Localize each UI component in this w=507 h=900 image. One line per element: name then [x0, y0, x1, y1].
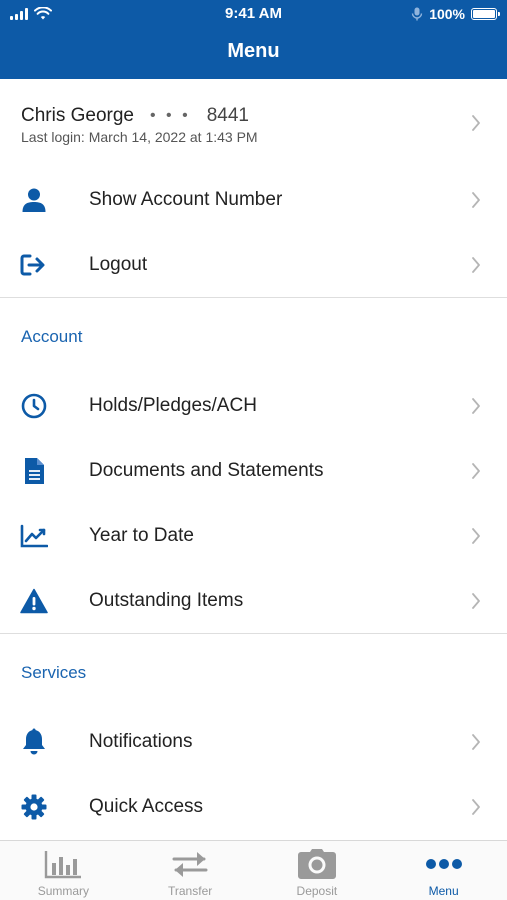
chevron-right-icon	[469, 190, 483, 210]
chevron-right-icon	[469, 255, 483, 275]
chart-icon	[20, 522, 48, 550]
menu-item-label: Outstanding Items	[89, 589, 244, 611]
menu-item-label: Holds/Pledges/ACH	[89, 394, 257, 416]
menu-item-year-to-date[interactable]: Year to Date	[0, 503, 507, 568]
battery-icon	[471, 8, 500, 20]
battery-percent: 100%	[429, 6, 465, 22]
app-header: 9:41 AM 100% Menu	[0, 0, 507, 79]
tab-summary[interactable]: Summary	[0, 841, 127, 900]
tab-menu[interactable]: Menu	[380, 841, 507, 900]
menu-content[interactable]: Chris George • • • 8441 Last login: Marc…	[0, 79, 507, 839]
menu-item-label: Documents and Statements	[89, 459, 324, 481]
mic-icon	[411, 7, 423, 21]
chevron-right-icon	[469, 526, 483, 546]
menu-item-notifications[interactable]: Notifications	[0, 709, 507, 774]
tab-label: Summary	[37, 884, 90, 898]
menu-item-logout[interactable]: Logout	[0, 232, 507, 297]
menu-item-documents-statements[interactable]: Documents and Statements	[0, 438, 507, 503]
chevron-right-icon	[469, 797, 483, 817]
section-title-services: Services	[21, 663, 87, 682]
menu-item-label: Notifications	[89, 730, 193, 752]
status-bar: 9:41 AM 100%	[0, 0, 507, 28]
chevron-right-icon	[469, 461, 483, 481]
chevron-right-icon	[469, 396, 483, 416]
menu-item-label: Logout	[89, 253, 148, 275]
account-suffix: 8441	[206, 105, 249, 126]
document-icon	[20, 457, 48, 485]
masked-dots: • • •	[150, 107, 191, 124]
last-login: Last login: March 14, 2022 at 1:43 PM	[21, 129, 258, 145]
profile-name-line: Chris George • • • 8441	[21, 105, 249, 127]
tab-label: Transfer	[168, 884, 213, 898]
menu-item-holds-pledges-ach[interactable]: Holds/Pledges/ACH	[0, 373, 507, 438]
user-icon	[20, 186, 48, 214]
menu-item-show-account-number[interactable]: Show Account Number	[0, 167, 507, 232]
logout-icon	[20, 251, 48, 279]
menu-item-label: Quick Access	[89, 795, 204, 817]
section-title-account: Account	[21, 327, 83, 346]
tab-label: Deposit	[296, 884, 338, 898]
tab-bar: Summary Transfer Deposit Menu	[0, 840, 507, 900]
transfer-icon	[127, 849, 254, 879]
profile-name: Chris George	[21, 105, 134, 126]
camera-icon	[254, 849, 381, 879]
clock-icon	[20, 392, 48, 420]
more-icon	[380, 849, 507, 879]
bell-icon	[20, 728, 48, 756]
page-title: Menu	[227, 40, 280, 62]
bar-chart-icon	[0, 849, 127, 879]
menu-item-outstanding-items[interactable]: Outstanding Items	[0, 568, 507, 633]
warning-icon	[20, 587, 48, 615]
chevron-right-icon	[469, 591, 483, 611]
profile-row[interactable]: Chris George • • • 8441 Last login: Marc…	[0, 79, 507, 167]
tab-deposit[interactable]: Deposit	[254, 841, 381, 900]
menu-item-label: Year to Date	[89, 524, 194, 546]
menu-item-label: Show Account Number	[89, 188, 283, 210]
tab-label: Menu	[428, 884, 459, 898]
status-right: 100%	[411, 6, 500, 22]
gear-icon	[20, 793, 48, 821]
chevron-right-icon	[469, 732, 483, 752]
chevron-right-icon	[469, 113, 483, 133]
tab-transfer[interactable]: Transfer	[127, 841, 254, 900]
menu-item-quick-access[interactable]: Quick Access	[0, 774, 507, 839]
